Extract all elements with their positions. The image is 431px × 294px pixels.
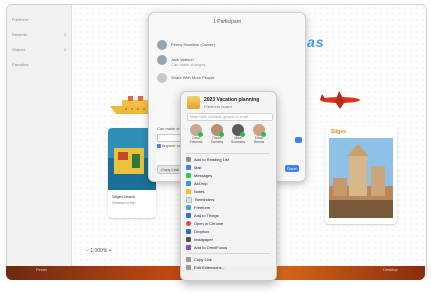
add-person-icon — [157, 73, 167, 83]
sidebar-item-count: 3 — [63, 32, 66, 37]
contact-suggestion[interactable]: Daniel Sanders — [208, 124, 226, 144]
menu-item-airdrop[interactable]: AirDrop — [186, 180, 272, 187]
contact-name: Mike Sommers — [230, 136, 246, 144]
menu-item-label: Messages — [194, 173, 213, 178]
menu-separator — [186, 253, 270, 254]
contact-name: Ethan Ramos — [253, 136, 265, 144]
sidebar-item-label: Recents — [12, 32, 27, 37]
sidebar-item-count: 2 — [63, 47, 66, 52]
avatar — [190, 124, 203, 137]
menu-item-label: Dropbox — [194, 229, 210, 234]
menu-item-label: Notes — [194, 189, 205, 194]
menu-item-label: Freeform — [194, 205, 211, 210]
reading-list-icon — [186, 157, 191, 163]
share-menu: 2023 Vacation planning Freeform board Sh… — [180, 91, 277, 281]
done-button[interactable]: Done — [285, 165, 299, 172]
menu-item-label: Mail — [194, 165, 202, 170]
menu-item-copy-link[interactable]: Copy Link — [186, 256, 272, 263]
contact-suggestion[interactable]: Mike Sommers — [229, 124, 247, 144]
avatar — [157, 55, 167, 65]
share-more-label: Share With More People — [171, 75, 215, 80]
participant-permission: Can make changes — [171, 62, 206, 67]
menu-item-label: Add to Things — [194, 213, 219, 218]
sheet-title: 1 Participant — [213, 19, 241, 25]
reminders-icon — [186, 196, 192, 203]
extensions-icon — [186, 265, 191, 271]
menu-item-messages[interactable]: Messages — [186, 172, 272, 179]
dropbox-icon — [186, 229, 191, 235]
avatar — [211, 124, 224, 137]
avatar — [253, 124, 266, 137]
photo-card-sitges[interactable]: Sitges — [325, 126, 397, 224]
menu-item-label: Reminders — [195, 197, 215, 202]
menu-item-label: Add to Reading List — [194, 157, 229, 162]
link-icon — [186, 257, 191, 263]
share-menu-subtitle: Freeform board — [204, 104, 232, 109]
menu-item-freeform[interactable]: Freeform — [186, 204, 272, 211]
sidebar-item-all-boards[interactable]: Freeform — [12, 17, 66, 23]
dock-label-right: Desktop — [383, 267, 398, 272]
permissions-select[interactable] — [157, 134, 181, 142]
menu-item-edit-extensions[interactable]: Edit Extensions… — [186, 264, 272, 271]
instapaper-icon — [186, 237, 191, 243]
checkbox-checked-icon — [157, 143, 161, 148]
sidebar-item-recents[interactable]: Recents 3 — [12, 32, 66, 38]
sidebar-item-shared[interactable]: Shared 2 — [12, 47, 66, 53]
dock-label-left: Finder — [36, 267, 48, 272]
messages-badge-icon — [261, 132, 266, 137]
zoom-level: 1,000% — [90, 248, 108, 254]
permissions-dropdown-button[interactable] — [295, 137, 302, 143]
notes-icon — [186, 189, 191, 195]
share-recipients-field[interactable]: Share with contacts, groups or email — [187, 113, 273, 121]
zoom-in-button[interactable]: + — [109, 248, 112, 254]
mail-icon — [186, 165, 191, 171]
card-caption: Sitges beach — [112, 194, 136, 199]
avatar — [157, 40, 167, 50]
menu-item-label: Open in Chrome — [194, 221, 224, 226]
menu-item-instapaper[interactable]: Instapaper — [186, 236, 272, 243]
menu-item-label: Instapaper — [194, 237, 213, 242]
menu-item-chrome[interactable]: Open in Chrome — [186, 220, 272, 227]
sidebar-item-label: Shared — [12, 47, 25, 52]
menu-item-reading-list[interactable]: Add to Reading List — [186, 156, 272, 163]
sidebar-item-label: Freeform — [12, 17, 29, 22]
card-title: Sitges — [331, 129, 347, 135]
sidebar: Freeform Recents 3 Shared 2 Favorites — [7, 5, 72, 277]
contact-suggestion[interactable]: Carol Edwards — [187, 124, 205, 144]
sidebar-item-label: Favorites — [12, 62, 29, 67]
contact-name: Daniel Sanders — [210, 136, 224, 144]
menu-separator — [186, 153, 270, 154]
menu-item-notes[interactable]: Notes — [186, 188, 272, 195]
menu-item-label: Copy Link — [194, 257, 212, 262]
menu-item-dropbox[interactable]: Dropbox — [186, 228, 272, 235]
menu-item-omnifocus[interactable]: Add to OmniFocus — [186, 244, 272, 251]
messages-badge-icon — [219, 132, 224, 137]
menu-item-label: Edit Extensions… — [194, 265, 226, 270]
freeform-icon — [186, 205, 191, 211]
airdrop-icon — [186, 181, 191, 187]
messages-badge-icon — [240, 132, 245, 137]
messages-icon — [186, 173, 191, 179]
menu-item-label: AirDrop — [194, 181, 208, 186]
board-heading: as — [307, 34, 325, 50]
board-thumbnail — [187, 96, 200, 109]
avatar — [232, 124, 245, 137]
menu-item-reminders[interactable]: Reminders — [186, 196, 272, 203]
sitges-photo — [329, 138, 393, 218]
menu-item-label: Add to OmniFocus — [194, 245, 228, 250]
card-subcaption: Weekend trip — [112, 200, 136, 205]
share-menu-title: 2023 Vacation planning — [204, 97, 260, 103]
omnifocus-icon — [186, 245, 191, 251]
participant-name: Penny Hamilton (Owner) — [171, 42, 215, 47]
sidebar-item-favorites[interactable]: Favorites — [12, 62, 66, 68]
airplane-illustration — [320, 91, 360, 109]
things-icon — [186, 213, 191, 219]
zoom-control[interactable]: − 1,000% + — [86, 248, 112, 254]
contact-suggestion[interactable]: Ethan Ramos — [250, 124, 268, 144]
chrome-icon — [186, 221, 191, 227]
menu-item-mail[interactable]: Mail — [186, 164, 272, 171]
messages-badge-icon — [198, 132, 203, 137]
menu-item-things[interactable]: Add to Things — [186, 212, 272, 219]
contact-name: Carol Edwards — [189, 136, 203, 144]
